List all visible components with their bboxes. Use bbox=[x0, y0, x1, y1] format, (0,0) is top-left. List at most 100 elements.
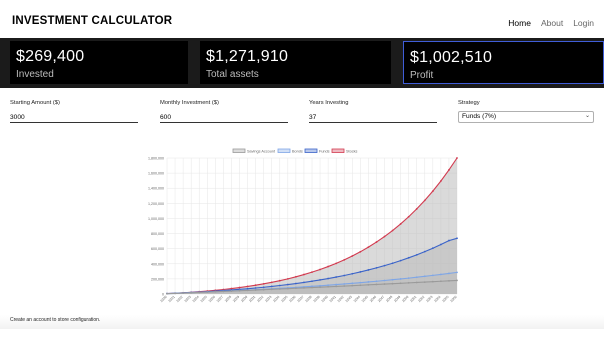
data-point bbox=[294, 275, 297, 278]
nav-login-link[interactable]: Login bbox=[573, 18, 594, 28]
x-tick-label: 2055 bbox=[441, 295, 449, 303]
x-tick-label: 2056 bbox=[450, 295, 458, 303]
data-point bbox=[367, 269, 370, 271]
calculator-form: Starting Amount ($) 3000 Monthly Investm… bbox=[0, 97, 604, 127]
y-tick-label: 1,800,000 bbox=[148, 157, 164, 161]
data-point bbox=[448, 272, 450, 275]
data-point bbox=[351, 282, 354, 285]
data-point bbox=[456, 237, 458, 240]
data-point bbox=[415, 253, 418, 256]
y-tick-label: 1,200,000 bbox=[148, 202, 164, 206]
x-tick-label: 2037 bbox=[296, 295, 304, 303]
monthly-investment-input[interactable]: 600 bbox=[160, 114, 288, 123]
data-point bbox=[415, 208, 418, 210]
data-point bbox=[294, 287, 297, 290]
data-point bbox=[431, 190, 434, 193]
x-tick-label: 2026 bbox=[208, 295, 216, 303]
x-tick-label: 2023 bbox=[184, 295, 192, 303]
data-point bbox=[246, 285, 249, 288]
data-point bbox=[439, 180, 442, 182]
data-point bbox=[327, 284, 330, 287]
data-point bbox=[278, 284, 281, 287]
data-point bbox=[238, 286, 241, 289]
data-point bbox=[278, 288, 281, 290]
data-point bbox=[311, 271, 313, 274]
data-point bbox=[311, 286, 313, 289]
data-point bbox=[431, 280, 434, 283]
x-tick-label: 2031 bbox=[248, 295, 256, 303]
data-point bbox=[351, 284, 354, 287]
data-point bbox=[407, 256, 410, 259]
data-point bbox=[262, 288, 265, 291]
data-point bbox=[391, 262, 394, 265]
x-tick-label: 2042 bbox=[337, 295, 345, 303]
data-point bbox=[262, 282, 265, 285]
data-point bbox=[367, 283, 370, 286]
data-point bbox=[262, 286, 265, 289]
stat-card-invested: $269,400 Invested bbox=[10, 41, 188, 84]
data-point bbox=[278, 279, 281, 282]
years-investing-input[interactable]: 37 bbox=[309, 114, 437, 123]
x-tick-label: 2021 bbox=[168, 295, 176, 303]
data-point bbox=[198, 291, 201, 294]
data-point bbox=[222, 290, 225, 293]
data-point bbox=[407, 281, 410, 284]
data-point bbox=[456, 271, 458, 274]
data-point bbox=[367, 281, 370, 283]
data-point bbox=[190, 291, 193, 294]
stat-card-total-assets: $1,271,910 Total assets bbox=[200, 41, 391, 84]
stat-value: $269,400 bbox=[16, 48, 85, 65]
data-point bbox=[448, 169, 450, 171]
data-point bbox=[343, 283, 346, 285]
data-point bbox=[415, 276, 418, 279]
data-point bbox=[351, 272, 354, 275]
x-tick-label: 2028 bbox=[224, 295, 232, 303]
legend-swatch bbox=[304, 148, 318, 153]
nav-home-link[interactable]: Home bbox=[508, 18, 531, 28]
strategy-label: Strategy bbox=[458, 100, 480, 106]
data-point bbox=[286, 277, 289, 280]
data-point bbox=[375, 283, 378, 286]
x-tick-label: 2029 bbox=[232, 295, 240, 303]
data-point bbox=[359, 284, 362, 287]
legend-swatch bbox=[331, 148, 345, 153]
data-point bbox=[327, 277, 330, 280]
top-navbar: INVESTMENT CALCULATOR Home About Login bbox=[0, 0, 604, 38]
data-point bbox=[303, 273, 305, 276]
data-point bbox=[359, 271, 362, 273]
nav-about-link[interactable]: About bbox=[541, 18, 563, 28]
data-point bbox=[448, 239, 450, 242]
x-tick-label: 2047 bbox=[377, 295, 385, 303]
x-tick-label: 2045 bbox=[361, 295, 369, 303]
data-point bbox=[270, 288, 273, 291]
y-tick-label: 1,400,000 bbox=[148, 187, 164, 191]
stat-label: Total assets bbox=[206, 69, 259, 80]
data-point bbox=[407, 215, 410, 218]
x-tick-label: 2033 bbox=[264, 295, 272, 303]
strategy-select[interactable]: Funds (7%) ⌄ bbox=[458, 111, 594, 123]
data-point bbox=[335, 262, 338, 265]
x-tick-label: 2041 bbox=[329, 295, 337, 303]
data-point bbox=[254, 289, 257, 291]
starting-amount-input[interactable]: 3000 bbox=[10, 114, 138, 123]
data-point bbox=[415, 281, 418, 284]
x-tick-label: 2052 bbox=[417, 295, 425, 303]
strategy-selected-value: Funds (7%) bbox=[462, 113, 497, 120]
footer-note: Create an account to store configuration… bbox=[10, 317, 101, 323]
data-point bbox=[383, 279, 386, 282]
data-point bbox=[303, 287, 305, 289]
data-point bbox=[391, 278, 394, 281]
data-point bbox=[399, 278, 402, 280]
data-point bbox=[439, 280, 442, 283]
monthly-investment-label: Monthly Investment ($) bbox=[160, 100, 219, 106]
x-tick-label: 2030 bbox=[240, 295, 248, 303]
data-point bbox=[375, 266, 378, 269]
data-point bbox=[351, 255, 354, 257]
x-tick-label: 2035 bbox=[280, 295, 288, 303]
data-point bbox=[343, 258, 346, 261]
legend-swatch bbox=[232, 148, 246, 153]
x-tick-label: 2054 bbox=[433, 295, 441, 303]
data-point bbox=[423, 275, 426, 278]
data-point bbox=[448, 279, 450, 282]
data-point bbox=[375, 241, 378, 243]
